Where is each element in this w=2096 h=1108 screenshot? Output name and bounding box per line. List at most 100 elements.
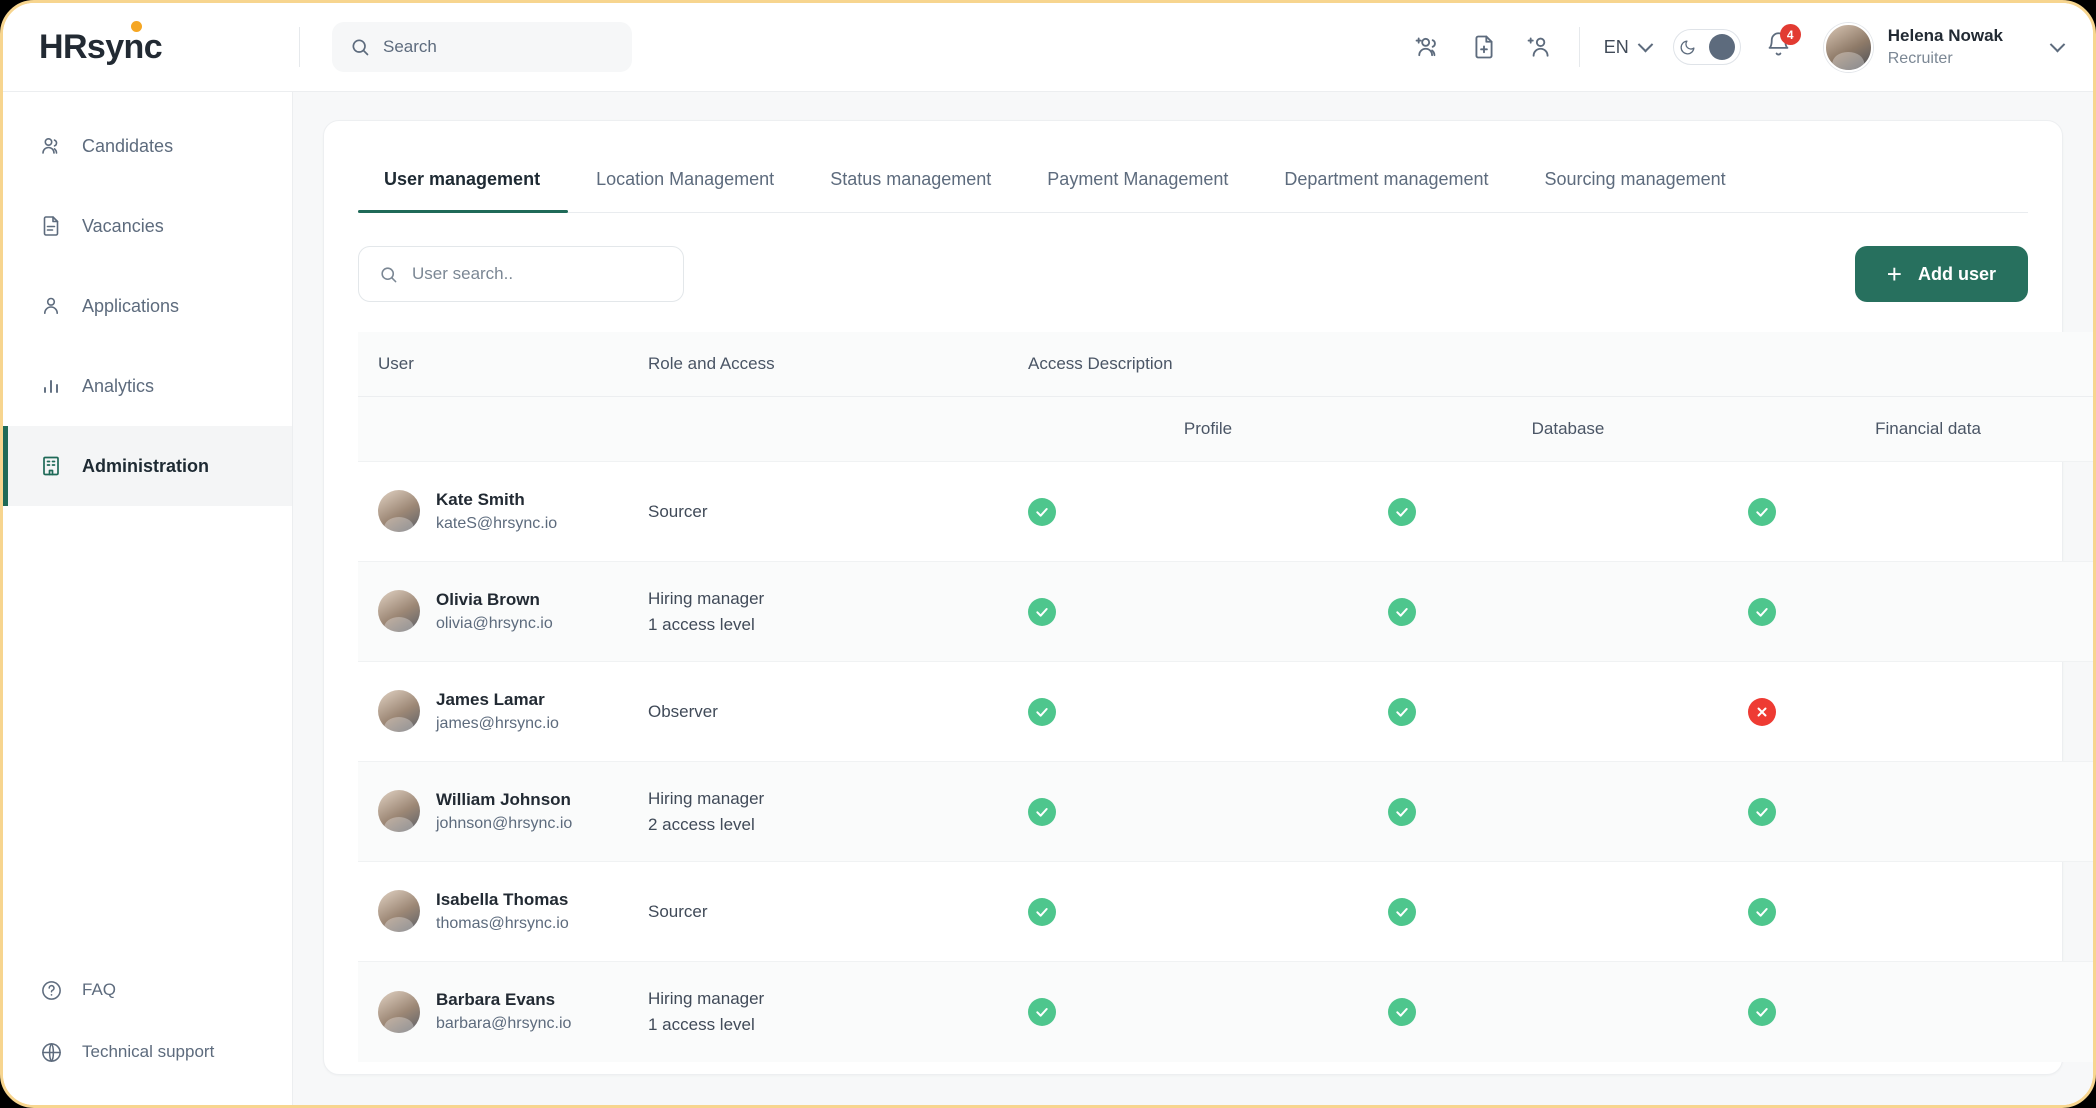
tab-status-management[interactable]: Status management (802, 151, 1019, 212)
building-icon (38, 453, 64, 479)
cell-user: Barbara Evans barbara@hrsync.io (358, 961, 648, 1062)
add-document-icon[interactable] (1469, 32, 1499, 62)
person-icon (38, 293, 64, 319)
table-body: Kate Smith kateS@hrsync.io Sourcer Olivia B… (358, 461, 2093, 1062)
row-access-level: 1 access level (648, 1014, 755, 1034)
bar-chart-icon (38, 373, 64, 399)
cell-role-and-access: Sourcer (648, 861, 1028, 962)
check-icon (1388, 697, 1416, 726)
row-user-name: William Johnson (436, 789, 571, 809)
row-user-email: johnson@hrsync.io (436, 815, 573, 833)
language-selector[interactable]: EN (1604, 36, 1654, 58)
table-head: User Role and Access Access Description … (358, 332, 2093, 462)
row-role: Hiring manager (648, 989, 765, 1009)
sidebar-item-administration[interactable]: Administration (3, 426, 292, 506)
sidebar-item-vacancies[interactable]: Vacancies (3, 186, 292, 266)
avatar (378, 690, 420, 733)
row-role: Sourcer (648, 501, 708, 521)
row-user-name: Barbara Evans (436, 989, 556, 1009)
tab-department-management[interactable]: Department management (1256, 151, 1516, 212)
row-role: Observer (648, 701, 718, 721)
row-user-email: thomas@hrsync.io (436, 915, 569, 933)
check-icon (1388, 597, 1416, 626)
sidebar-item-analytics[interactable]: Analytics (3, 346, 292, 426)
cell-user: Kate Smith kateS@hrsync.io (358, 461, 648, 562)
toggle-knob (1708, 34, 1735, 60)
subheader-financial-data: Financial data (1748, 396, 2093, 462)
sidebar-item-applications[interactable]: Applications (3, 266, 292, 346)
globe-icon (38, 1039, 64, 1065)
check-icon (1388, 797, 1416, 826)
header-user: User (358, 332, 648, 397)
chevron-down-icon (2049, 36, 2066, 52)
notification-badge: 4 (1779, 24, 1801, 45)
cell-database-access (1388, 761, 1748, 862)
table-toolbar: User search.. + Add user (358, 213, 2028, 332)
table-row[interactable]: Barbara Evans barbara@hrsync.io Hiring man… (358, 961, 2093, 1062)
check-icon (1748, 997, 1776, 1026)
add-user-button[interactable]: + Add user (1854, 246, 2028, 302)
sidebar-item-label: FAQ (82, 980, 117, 999)
header-action-icons (1413, 32, 1555, 62)
sidebar-item-label: Analytics (82, 375, 155, 396)
cell-user: Olivia Brown olivia@hrsync.io (358, 561, 648, 662)
table-row[interactable]: James Lamar james@hrsync.io Observer (358, 661, 2093, 762)
theme-toggle[interactable] (1672, 29, 1741, 65)
header-divider (299, 27, 300, 67)
cell-user: William Johnson johnson@hrsync.io (358, 761, 648, 862)
cell-financial-access (1748, 861, 2093, 962)
cell-financial-access (1748, 761, 2093, 862)
cell-user: James Lamar james@hrsync.io (358, 661, 648, 762)
cell-role-and-access: Observer (648, 661, 1028, 762)
add-user-label: Add user (1917, 263, 1996, 284)
cell-role-and-access: Hiring manager 1 access level (648, 561, 1028, 662)
cell-database-access (1388, 461, 1748, 562)
plus-icon: + (1886, 259, 1902, 289)
cell-role-and-access: Hiring manager 1 access level (648, 961, 1028, 1062)
sidebar-item-technical-support[interactable]: Technical support (3, 1021, 292, 1083)
user-search-placeholder: User search.. (412, 264, 514, 283)
avatar (378, 790, 420, 833)
subheader-empty-role (648, 396, 1028, 462)
avatar (378, 490, 420, 533)
table-row[interactable]: Isabella Thomas thomas@hrsync.io Sourcer (358, 861, 2093, 962)
row-user-email: barbara@hrsync.io (436, 1015, 572, 1033)
user-search-input[interactable]: User search.. (358, 246, 684, 302)
cell-financial-access (1748, 661, 2093, 762)
avatar (378, 890, 420, 933)
user-management-table: User Role and Access Access Description … (358, 332, 2093, 1062)
sidebar-item-label: Applications (82, 295, 180, 316)
tab-location-management[interactable]: Location Management (568, 151, 802, 212)
sidebar-item-label: Vacancies (82, 215, 164, 236)
user-profile-menu[interactable]: Helena Nowak Recruiter (1823, 22, 2066, 72)
logo-label: HRsync (39, 28, 163, 66)
notifications-button[interactable]: 4 (1765, 24, 1801, 63)
cell-profile-access (1028, 761, 1388, 862)
tab-user-management[interactable]: User management (358, 151, 569, 213)
check-icon (1748, 797, 1776, 826)
add-group-icon[interactable] (1413, 32, 1443, 62)
search-icon (381, 266, 397, 282)
top-header: HRsync Search EN 4 Helena Nowak Recruite… (3, 3, 2093, 92)
user-role: Recruiter (1887, 49, 1953, 67)
check-icon (1748, 897, 1776, 926)
cell-profile-access (1028, 961, 1388, 1062)
app-window: HRsync Search EN 4 Helena Nowak Recruite… (0, 0, 2096, 1108)
tab-payment-management[interactable]: Payment Management (1019, 151, 1256, 212)
moon-icon (1679, 39, 1696, 56)
row-user-name: Kate Smith (436, 489, 525, 509)
add-person-icon[interactable] (1525, 32, 1555, 62)
sidebar-item-faq[interactable]: FAQ (3, 959, 292, 1021)
table-row[interactable]: William Johnson johnson@hrsync.io Hiring m… (358, 761, 2093, 862)
header-separator (1578, 27, 1580, 67)
row-user-name: James Lamar (436, 689, 545, 709)
global-search-input[interactable]: Search (332, 22, 632, 72)
check-icon (1028, 697, 1056, 726)
brand-logo[interactable]: HRsync (3, 3, 293, 91)
table-row[interactable]: Kate Smith kateS@hrsync.io Sourcer (358, 461, 2093, 562)
tab-sourcing-management[interactable]: Sourcing management (1517, 151, 1754, 212)
sidebar-item-candidates[interactable]: Candidates (3, 106, 292, 186)
check-icon (1388, 497, 1416, 526)
row-user-email: kateS@hrsync.io (436, 515, 558, 533)
table-row[interactable]: Olivia Brown olivia@hrsync.io Hiring manag… (358, 561, 2093, 662)
